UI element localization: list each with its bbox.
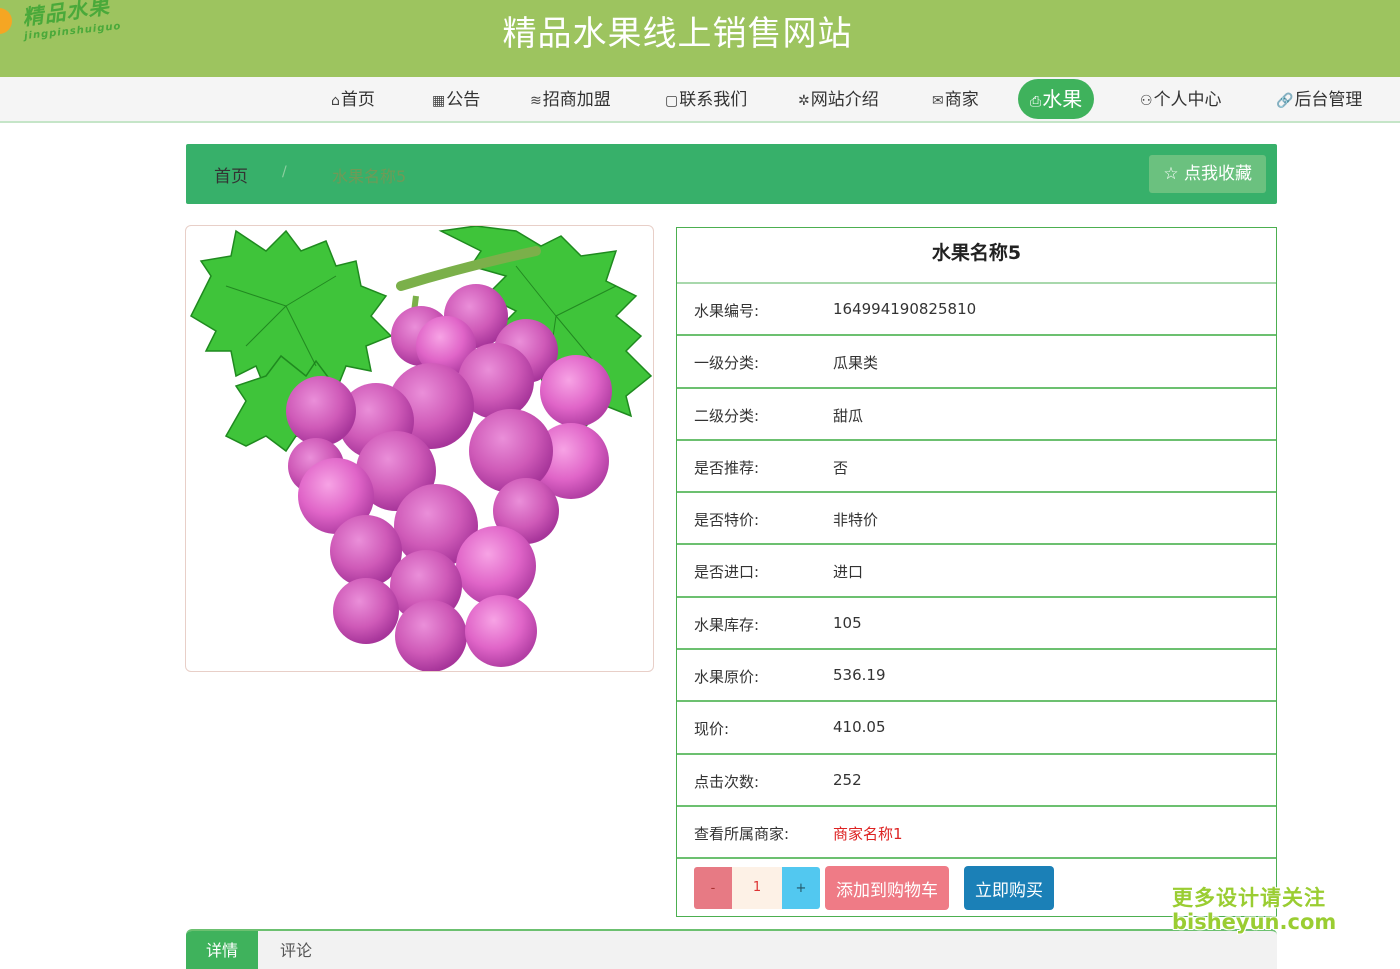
add-to-cart-button[interactable]: 添加到购物车 — [825, 866, 949, 911]
field-label: 是否特价: — [694, 511, 760, 530]
nav-label: 后台管理 — [1294, 90, 1363, 110]
field-value: 105 — [833, 613, 862, 632]
tab-comments[interactable]: 评论 — [260, 931, 332, 969]
field-value: 进口 — [833, 563, 864, 582]
gear-icon: ✲ — [798, 93, 810, 109]
watermark-line1: 更多设计请关注 — [1172, 886, 1326, 910]
field-value: 410.05 — [833, 718, 886, 737]
merchant-link[interactable]: 商家名称1 — [833, 823, 903, 844]
field-value: 536.19 — [833, 666, 886, 685]
detail-row-category1: 一级分类: 瓜果类 — [677, 336, 1276, 389]
watermark: 更多设计请关注 bisheyun.com — [1172, 882, 1342, 934]
field-value: 否 — [833, 458, 849, 477]
detail-row-recommended: 是否推荐: 否 — [677, 441, 1276, 494]
nav-label: 商家 — [944, 90, 979, 110]
layers-icon: ≋ — [530, 93, 542, 109]
field-value: 非特价 — [833, 511, 879, 530]
nav-label: 网站介绍 — [810, 90, 879, 110]
field-label: 查看所属商家: — [694, 824, 790, 843]
field-label: 现价: — [694, 720, 730, 739]
tab-details[interactable]: 详情 — [186, 931, 259, 969]
breadcrumb: 首页 / 水果名称5 ☆ 点我收藏 — [186, 144, 1277, 204]
field-label: 水果原价: — [694, 668, 760, 687]
quantity-input[interactable] — [732, 867, 782, 910]
nav-label: 水果 — [1042, 87, 1083, 111]
nav-label: 联系我们 — [679, 90, 748, 110]
site-header: 精品水果 jingpinshuiguo 精品水果线上销售网站 — [0, 0, 1400, 77]
printer-icon: ⎙ — [1030, 94, 1042, 110]
product-name: 水果名称5 — [677, 228, 1276, 284]
favorite-button[interactable]: ☆ 点我收藏 — [1149, 155, 1266, 193]
product-detail-table: 水果名称5 水果编号: 164994190825810 一级分类: 瓜果类 二级… — [676, 227, 1277, 917]
detail-tabs: 详情 评论 — [186, 929, 1277, 969]
field-label: 水果库存: — [694, 615, 760, 634]
field-label: 是否推荐: — [694, 458, 760, 477]
nav-label: 招商加盟 — [542, 90, 611, 110]
detail-row-merchant: 查看所属商家: 商家名称1 — [677, 807, 1276, 860]
detail-row-clicks: 点击次数: 252 — [677, 755, 1276, 807]
breadcrumb-separator: / — [282, 164, 287, 180]
detail-row-stock: 水果库存: 105 — [677, 598, 1276, 651]
quantity-decrement-button[interactable]: - — [694, 867, 732, 910]
site-title: 精品水果线上销售网站 — [502, 14, 853, 54]
nav-label: 首页 — [340, 90, 375, 110]
field-value: 252 — [833, 770, 862, 789]
link-icon: 🔗 — [1276, 93, 1294, 109]
watermark-line2: bisheyun.com — [1172, 910, 1337, 934]
main-nav: ⌂首页 ▦公告 ≋招商加盟 ▢联系我们 ✲网站介绍 ✉商家 ⎙水果 ⚇个人中心 … — [0, 77, 1400, 123]
nav-item-contact[interactable]: ▢联系我们 — [665, 82, 747, 118]
detail-row-category2: 二级分类: 甜瓜 — [677, 389, 1276, 441]
contact-icon: ▢ — [665, 93, 679, 109]
product-image — [185, 225, 654, 672]
breadcrumb-current: 水果名称5 — [332, 167, 407, 186]
detail-row-original-price: 水果原价: 536.19 — [677, 650, 1276, 703]
grid-icon: ▦ — [432, 93, 446, 109]
detail-row-current-price: 现价: 410.05 — [677, 702, 1276, 755]
breadcrumb-home[interactable]: 首页 — [214, 162, 248, 187]
nav-item-profile[interactable]: ⚇个人中心 — [1140, 82, 1222, 118]
nav-item-home[interactable]: ⌂首页 — [331, 82, 375, 118]
field-label: 点击次数: — [694, 772, 760, 791]
quantity-increment-button[interactable]: + — [782, 867, 820, 910]
buy-now-button[interactable]: 立即购买 — [964, 866, 1054, 911]
field-label: 二级分类: — [694, 406, 760, 425]
field-value: 甜瓜 — [833, 406, 864, 425]
home-icon: ⌂ — [331, 93, 340, 109]
nav-item-fruits[interactable]: ⎙水果 — [1018, 79, 1095, 119]
detail-row-special-price: 是否特价: 非特价 — [677, 493, 1276, 546]
detail-row-imported: 是否进口: 进口 — [677, 545, 1276, 598]
user-icon: ⚇ — [1140, 93, 1153, 109]
nav-item-announcements[interactable]: ▦公告 — [432, 82, 480, 118]
nav-item-admin[interactable]: 🔗后台管理 — [1276, 82, 1362, 118]
mail-icon: ✉ — [932, 93, 944, 109]
nav-label: 公告 — [446, 90, 481, 110]
nav-item-merchants[interactable]: ✉商家 — [932, 82, 979, 118]
field-value: 164994190825810 — [833, 300, 977, 318]
field-value: 瓜果类 — [833, 354, 879, 373]
field-label: 一级分类: — [694, 354, 760, 373]
field-label: 水果编号: — [694, 302, 760, 320]
nav-label: 个人中心 — [1153, 90, 1222, 110]
detail-row-id: 水果编号: 164994190825810 — [677, 284, 1276, 337]
nav-item-about[interactable]: ✲网站介绍 — [798, 82, 879, 118]
nav-item-franchise[interactable]: ≋招商加盟 — [530, 82, 611, 118]
field-label: 是否进口: — [694, 563, 760, 582]
